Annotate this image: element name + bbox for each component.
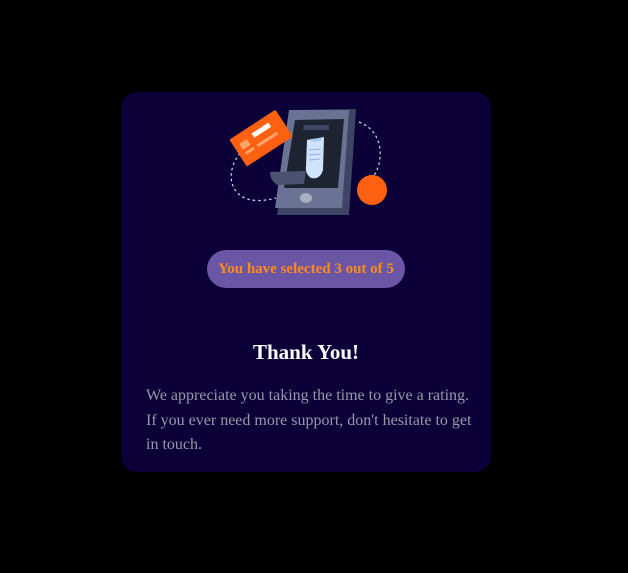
thank-you-card: You have selected 3 out of 5 Thank You! … <box>121 92 491 472</box>
thank-you-message: We appreciate you taking the time to giv… <box>146 387 472 453</box>
phone-payment-illustration-icon <box>221 104 391 219</box>
selected-rating-badge: You have selected 3 out of 5 <box>207 250 405 288</box>
page-title: Thank You! <box>252 340 360 364</box>
